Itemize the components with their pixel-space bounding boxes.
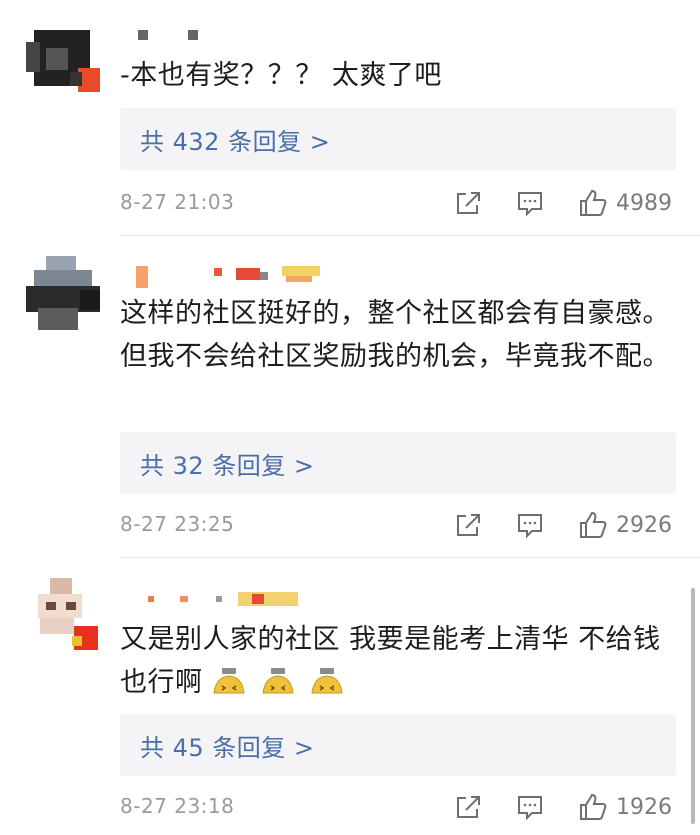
comment-item: 这样的社区挺好的，整个社区都会有自豪感。但我不会给社区奖励我的机会，毕竟我不配。… [0,236,700,558]
username-redacted[interactable] [120,30,210,52]
share-icon[interactable] [454,508,482,542]
comment-text: -本也有奖？？？ 太爽了吧 [120,60,442,91]
like-button[interactable]: 2926 [578,508,672,542]
scrollbar[interactable] [691,588,695,824]
doge-emoji-icon [311,668,343,694]
avatar[interactable] [26,578,100,652]
timestamp: 8-27 23:18 [120,794,235,818]
comment-meta: 8-27 21:03 4989 [120,186,680,222]
like-button[interactable]: 1926 [578,790,672,824]
like-button[interactable]: 4989 [578,186,672,220]
comment-icon[interactable] [516,790,544,824]
comment-item: -本也有奖？？？ 太爽了吧 共 432 条回复 > 8-27 21:03 498… [0,0,700,236]
comment-meta: 8-27 23:25 2926 [120,508,680,544]
comment-icon[interactable] [516,186,544,220]
reply-count-link[interactable]: 共 45 条回复 > [140,728,315,763]
comment-text: 又是别人家的社区 我要是能考上清华 不给钱也行啊 [120,618,680,704]
comment-meta: 8-27 23:18 1926 [120,790,680,826]
like-count: 4989 [616,190,672,216]
username-redacted[interactable] [120,266,340,288]
thumbs-up-icon [580,511,607,538]
comment-text: 这样的社区挺好的，整个社区都会有自豪感。但我不会给社区奖励我的机会，毕竟我不配。 [120,298,670,372]
reply-box[interactable]: 共 32 条回复 > [120,432,676,494]
reply-count-link[interactable]: 共 432 条回复 > [140,122,330,157]
thumbs-up-icon [580,189,607,216]
comment-icon[interactable] [516,508,544,542]
reply-box[interactable]: 共 432 条回复 > [120,108,676,170]
comment-item: 又是别人家的社区 我要是能考上清华 不给钱也行啊 共 45 条回复 > 8-27… [0,558,700,835]
timestamp: 8-27 21:03 [120,190,235,214]
avatar[interactable] [26,20,100,94]
avatar[interactable] [26,256,100,330]
comment-text-body: 又是别人家的社区 我要是能考上清华 不给钱也行啊 [120,624,661,698]
like-count: 1926 [616,794,672,820]
timestamp: 8-27 23:25 [120,512,235,536]
reply-count-link[interactable]: 共 32 条回复 > [140,446,315,481]
like-count: 2926 [616,512,672,538]
emoji-row [212,667,350,698]
doge-emoji-icon [262,668,294,694]
doge-emoji-icon [213,668,245,694]
thumbs-up-icon [580,793,607,820]
share-icon[interactable] [454,790,482,824]
share-icon[interactable] [454,186,482,220]
reply-box[interactable]: 共 45 条回复 > [120,714,676,776]
username-redacted[interactable] [120,592,310,614]
